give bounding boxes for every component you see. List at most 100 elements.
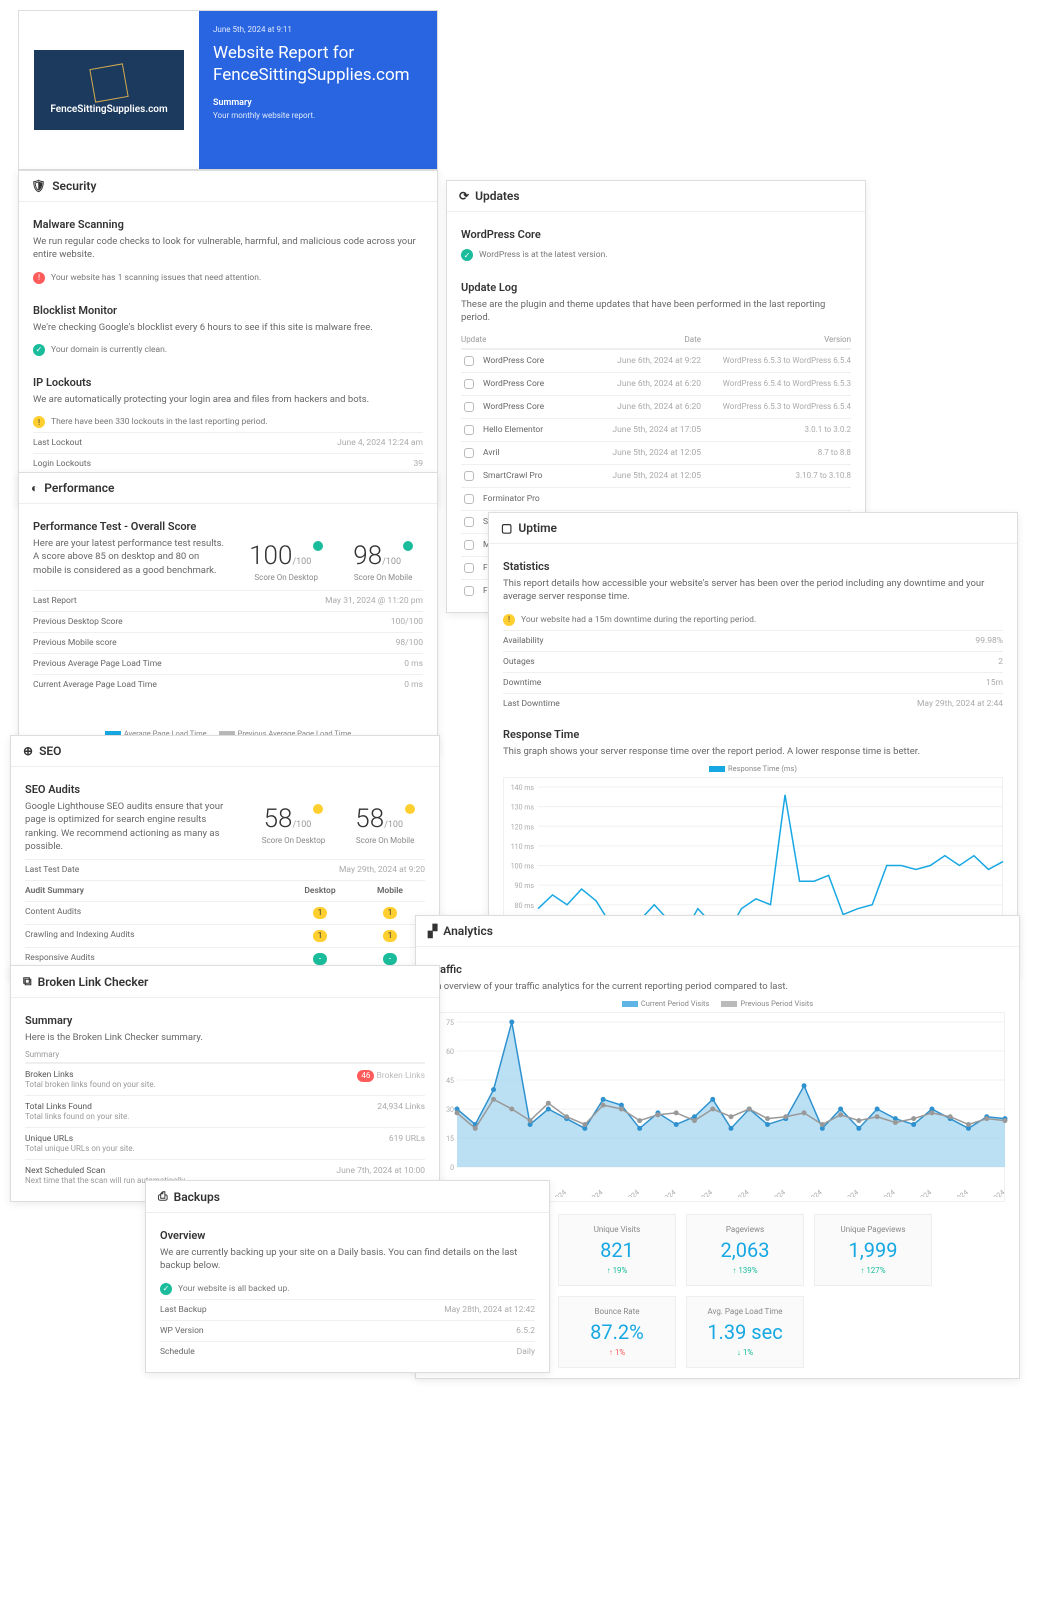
- svg-text:May 15, 2024: May 15, 2024: [567, 1189, 604, 1198]
- update-icon: [464, 517, 474, 527]
- svg-text:Jun 6, 2024: Jun 6, 2024: [973, 1189, 1006, 1198]
- seo-title: SEO: [39, 744, 61, 758]
- seo-mobile-score: 58/100 Score On Mobile: [355, 804, 415, 851]
- backups-card: ⎙Backups Overview We are currently backi…: [145, 1180, 550, 1373]
- security-title: Security: [52, 179, 96, 193]
- globe-icon: ⊕: [23, 744, 33, 758]
- blc-row: 24,934 LinksTotal Links FoundTotal links…: [25, 1095, 425, 1127]
- check-icon: ✓: [33, 344, 45, 356]
- update-icon: [464, 494, 474, 504]
- leaf-icon: [89, 63, 128, 102]
- check-icon: ✓: [461, 249, 473, 261]
- svg-text:120 ms: 120 ms: [511, 823, 535, 831]
- seo-card: ⊕SEO SEO Audits Google Lighthouse SEO au…: [10, 735, 440, 981]
- seo-audits-title: SEO Audits: [25, 783, 425, 796]
- update-icon: [464, 379, 474, 389]
- reload-icon: ⟳: [459, 189, 469, 203]
- svg-text:May 19, 2024: May 19, 2024: [640, 1189, 677, 1198]
- mobile-score: 98/100 Score On Mobile: [353, 541, 413, 582]
- table-row: Last Test DateMay 29th, 2024 at 9:20: [25, 859, 425, 880]
- table-row: Last LockoutJune 4, 2024 12:24 am: [33, 432, 423, 453]
- blocklist-desc: We're checking Google's blocklist every …: [33, 321, 423, 334]
- svg-text:May 29, 2024: May 29, 2024: [823, 1189, 860, 1198]
- blc-summary-label: Summary: [25, 1014, 425, 1027]
- update-row: WordPress CoreJune 6th, 2024 at 6:20Word…: [461, 395, 851, 418]
- svg-text:80 ms: 80 ms: [515, 902, 535, 910]
- blc-row: 619 URLsUnique URLsTotal unique URLs on …: [25, 1127, 425, 1159]
- overview-title: Overview: [160, 1229, 535, 1242]
- backups-title: Backups: [174, 1190, 220, 1204]
- update-icon: [464, 448, 474, 458]
- table-row: ScheduleDaily: [160, 1341, 535, 1362]
- summary-desc: Your monthly website report.: [213, 111, 423, 120]
- update-icon: [464, 356, 474, 366]
- site-logo: FenceSittingSupplies.com: [34, 50, 184, 130]
- svg-text:0: 0: [450, 1164, 454, 1172]
- warn-icon: !: [33, 416, 45, 428]
- svg-text:Jun 4, 2024: Jun 4, 2024: [937, 1189, 970, 1198]
- updates-title: Updates: [475, 189, 520, 203]
- log-title: Update Log: [461, 281, 851, 294]
- update-icon: [464, 540, 474, 550]
- stat-tile: Pageviews2,063↑ 139%: [686, 1214, 804, 1286]
- report-title: Website Report for FenceSittingSupplies.…: [213, 42, 423, 86]
- ip-desc: We are automatically protecting your log…: [33, 393, 423, 406]
- table-row: Previous Average Page Load Time0 ms: [33, 653, 423, 674]
- traffic-title: Traffic: [430, 963, 1005, 976]
- svg-text:30: 30: [446, 1106, 454, 1114]
- update-icon: [464, 471, 474, 481]
- hero-logo-area: FenceSittingSupplies.com: [19, 11, 199, 169]
- audit-row: Crawling and Indexing Audits11: [25, 924, 425, 947]
- malware-title: Malware Scanning: [33, 218, 423, 231]
- table-row: Last DowntimeMay 29th, 2024 at 2:44: [503, 693, 1003, 714]
- update-icon: [464, 563, 474, 573]
- svg-text:May 21, 2024: May 21, 2024: [677, 1189, 714, 1198]
- ip-title: IP Lockouts: [33, 376, 423, 389]
- update-row: WordPress CoreJune 6th, 2024 at 9:22Word…: [461, 349, 851, 372]
- link-icon: ⧉: [23, 974, 32, 989]
- table-row: Outages2: [503, 651, 1003, 672]
- ip-status: There have been 330 lockouts in the last…: [51, 417, 268, 427]
- table-row: Last ReportMay 31, 2024 @ 11:20 pm: [33, 590, 423, 611]
- gauge-icon: ◐: [31, 481, 38, 495]
- stat-tile: Avg. Page Load Time1.39 sec↓ 1%: [686, 1296, 804, 1368]
- update-row: WordPress CoreJune 6th, 2024 at 6:20Word…: [461, 372, 851, 395]
- stat-tile: Unique Pageviews1,999↑ 127%: [814, 1214, 932, 1286]
- uptime-status: Your website had a 15m downtime during t…: [521, 615, 756, 625]
- col-update: Update: [461, 335, 581, 344]
- svg-text:110 ms: 110 ms: [511, 843, 535, 851]
- svg-text:140 ms: 140 ms: [511, 784, 535, 792]
- traffic-desc: An overview of your traffic analytics fo…: [430, 980, 1005, 993]
- badge-yellow-icon: [313, 804, 323, 814]
- update-icon: [464, 586, 474, 596]
- svg-text:100 ms: 100 ms: [511, 862, 535, 870]
- svg-text:60: 60: [446, 1048, 454, 1056]
- uptime-title: Uptime: [518, 521, 557, 535]
- check-icon: ✓: [160, 1283, 172, 1295]
- svg-text:75: 75: [446, 1019, 454, 1027]
- core-status: WordPress is at the latest version.: [479, 250, 608, 260]
- svg-text:45: 45: [446, 1077, 454, 1085]
- uptime-card: ▢Uptime Statistics This report details h…: [488, 512, 1018, 978]
- svg-text:90 ms: 90 ms: [515, 882, 535, 890]
- stats-title: Statistics: [503, 560, 1003, 573]
- report-hero: FenceSittingSupplies.com June 5th, 2024 …: [18, 10, 438, 170]
- table-row: Downtime15m: [503, 672, 1003, 693]
- update-row: Forminator Pro: [461, 487, 851, 510]
- performance-card: ◐Performance Performance Test - Overall …: [18, 472, 438, 753]
- stats-desc: This report details how accessible your …: [503, 577, 1003, 604]
- table-row: WP Version6.5.2: [160, 1320, 535, 1341]
- badge-yellow-icon: [405, 804, 415, 814]
- backup-icon: ⎙: [158, 1189, 168, 1204]
- svg-text:May 17, 2024: May 17, 2024: [604, 1189, 641, 1198]
- table-row: Last BackupMay 28th, 2024 at 12:42: [160, 1299, 535, 1320]
- malware-desc: We run regular code checks to look for v…: [33, 235, 423, 262]
- blc-row: 46 Broken LinksBroken LinksTotal broken …: [25, 1063, 425, 1095]
- svg-text:May 23, 2024: May 23, 2024: [714, 1189, 751, 1198]
- update-row: SmartCrawl ProJune 5th, 2024 at 12:053.1…: [461, 464, 851, 487]
- update-icon: [464, 425, 474, 435]
- blc-summary-desc: Here is the Broken Link Checker summary.: [25, 1031, 425, 1044]
- seo-desktop-score: 58/100 Score On Desktop: [262, 804, 326, 851]
- table-row: Previous Desktop Score100/100: [33, 611, 423, 632]
- col-date: Date: [581, 335, 701, 344]
